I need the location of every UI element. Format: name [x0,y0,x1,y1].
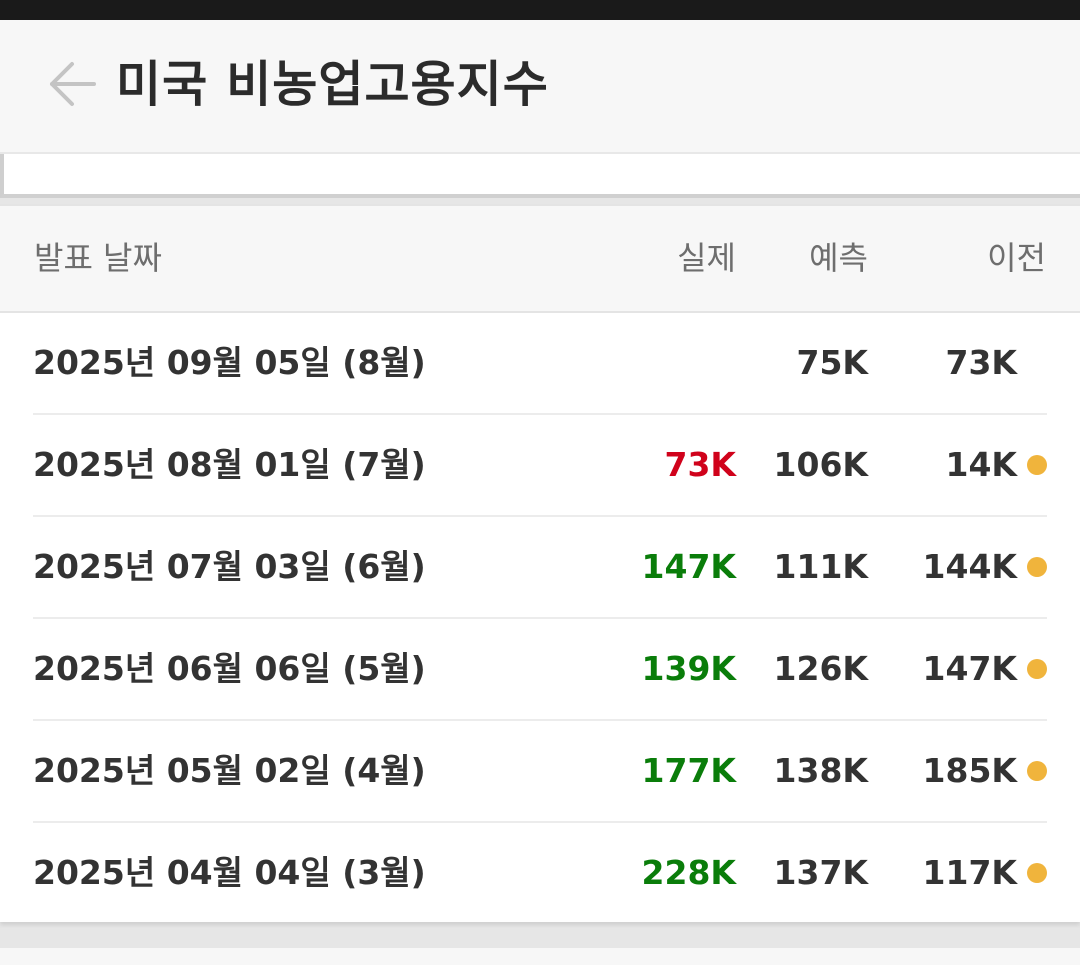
next-section [0,948,1080,965]
revision-dot-icon [1027,455,1047,475]
previous-value: 185K [922,751,1017,790]
actual-value: 139K [641,649,736,688]
table-body: 2025년 09월 05일 (8월) 75K 73K 2025년 08월 01일 (7… [0,313,1080,925]
column-header-date: 발표 날짜 [34,239,162,277]
release-date: 2025년 04월 04일 (3월) [33,853,426,892]
table-row[interactable]: 2025년 09월 05일 (8월) 75K 73K [33,313,1047,415]
back-button[interactable] [44,56,100,112]
revision-dot-icon [1027,557,1047,577]
forecast-value: 75K [796,343,869,382]
page-title: 미국 비농업고용지수 [116,56,549,113]
forecast-value: 137K [773,853,868,892]
table-row[interactable]: 2025년 07월 03일 (6월) 147K 111K 144K [33,517,1047,619]
column-header-previous: 이전 [987,239,1046,277]
tab-strip [0,154,1080,198]
forecast-value: 106K [773,445,868,484]
back-arrow-icon [50,62,96,106]
release-date: 2025년 08월 01일 (7월) [33,445,426,484]
previous-value: 73K [945,343,1018,382]
table-row[interactable]: 2025년 05월 02일 (4월) 177K 138K 185K [33,721,1047,823]
table-row[interactable]: 2025년 08월 01일 (7월) 73K 106K 14K [33,415,1047,517]
table-row[interactable]: 2025년 06월 06일 (5월) 139K 126K 147K [33,619,1047,721]
release-date: 2025년 07월 03일 (6월) [33,547,426,586]
status-bar [0,0,1080,20]
previous-value: 14K [945,445,1018,484]
release-history-table: 발표 날짜 실제 예측 이전 2025년 09월 05일 (8월) 75K 73K 2… [0,204,1080,922]
actual-value: 73K [664,445,737,484]
actual-value: 147K [641,547,736,586]
forecast-value: 111K [773,547,868,586]
release-date: 2025년 09월 05일 (8월) [33,343,426,382]
release-date: 2025년 06월 06일 (5월) [33,649,426,688]
forecast-value: 126K [773,649,868,688]
revision-dot-icon [1027,659,1047,679]
release-date: 2025년 05월 02일 (4월) [33,751,426,790]
table-row[interactable]: 2025년 04월 04일 (3월) 228K 137K 117K [33,823,1047,925]
actual-value: 228K [641,853,736,892]
revision-dot-icon [1027,761,1047,781]
revision-dot-icon [1027,863,1047,883]
column-header-forecast: 예측 [809,239,868,277]
table-header: 발표 날짜 실제 예측 이전 [0,206,1080,313]
previous-value: 117K [922,853,1017,892]
column-header-actual: 실제 [677,239,736,277]
app-bar: 미국 비농업고용지수 [0,20,1080,154]
forecast-value: 138K [773,751,868,790]
actual-value: 177K [641,751,736,790]
previous-value: 144K [922,547,1017,586]
previous-value: 147K [922,649,1017,688]
